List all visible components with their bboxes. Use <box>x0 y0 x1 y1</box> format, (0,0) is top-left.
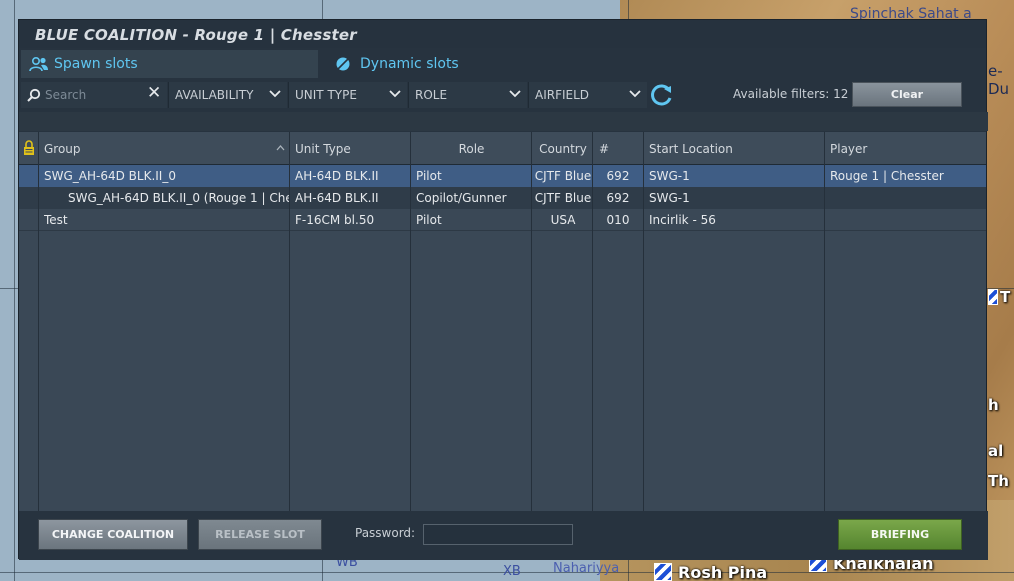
column-header-country[interactable]: Country <box>533 132 593 165</box>
change-coalition-button[interactable]: CHANGE COALITION <box>38 519 188 550</box>
cell-country: CJTF Blue <box>534 169 592 183</box>
column-header-unit-type[interactable]: Unit Type <box>295 132 410 165</box>
cell-start-location: SWG-1 <box>649 191 690 205</box>
cell-role: Pilot <box>416 169 442 183</box>
filter-bar: ✕ AVAILABILITY UNIT TYPE ROLE AIRFIELD A… <box>19 82 988 108</box>
cell-start-location: SWG-1 <box>649 169 690 183</box>
close-icon[interactable]: ✕ <box>147 83 161 103</box>
tab-label: Dynamic slots <box>360 56 459 72</box>
column-divider <box>643 132 644 511</box>
search-box: ✕ <box>21 82 167 108</box>
table-row[interactable]: Test F-16CM bl.50 Pilot USA 010 Incirlik… <box>19 209 986 231</box>
cell-start-location: Incirlik - 56 <box>649 213 716 227</box>
tab-dynamic-slots[interactable]: Dynamic slots <box>331 50 591 78</box>
column-header-group[interactable]: Group <box>44 132 289 165</box>
window-title: BLUE COALITION - Rouge 1 | Chesster <box>35 26 357 44</box>
cell-country: CJTF Blue <box>534 191 592 205</box>
slot-selection-dialog: BLUE COALITION - Rouge 1 | Chesster Spaw… <box>18 19 988 560</box>
leaf-icon <box>335 56 355 72</box>
cell-number: 692 <box>606 169 630 183</box>
map-label: XB <box>503 564 521 579</box>
map-label: e-Du <box>988 62 1010 98</box>
sort-ascending-icon <box>276 145 285 151</box>
table-header: Group Unit Type Role Country # Start Loc… <box>19 132 986 165</box>
column-divider <box>592 132 593 511</box>
search-icon <box>27 87 41 102</box>
users-icon <box>29 56 49 72</box>
dropdown-label: ROLE <box>415 88 448 102</box>
availability-filter-dropdown[interactable]: AVAILABILITY <box>168 82 287 108</box>
cell-unit-type: F-16CM bl.50 <box>295 213 375 227</box>
cell-player <box>830 187 980 209</box>
column-divider <box>289 132 290 511</box>
cell-role: Copilot/Gunner <box>416 191 507 205</box>
map-edge-label: al <box>988 442 1004 460</box>
column-header-role[interactable]: Role <box>411 132 532 165</box>
map-edge-label: T <box>988 288 1010 306</box>
column-divider <box>824 132 825 511</box>
map-label: Nahariyya <box>553 561 620 576</box>
column-divider <box>410 132 411 511</box>
column-divider <box>38 132 39 511</box>
table-row[interactable]: SWG_AH-64D BLK.II_0 (Rouge 1 | Chesste A… <box>19 187 986 209</box>
cell-group: Test <box>44 213 68 227</box>
column-divider <box>531 132 532 511</box>
cell-player <box>830 209 980 231</box>
map-edge-label: h <box>988 396 999 414</box>
airfield-filter-dropdown[interactable]: AIRFIELD <box>528 82 647 108</box>
tab-bar: Spawn slots Dynamic slots <box>19 50 988 80</box>
unit-type-filter-dropdown[interactable]: UNIT TYPE <box>288 82 407 108</box>
cell-unit-type: AH-64D BLK.II <box>295 191 379 205</box>
chevron-down-icon <box>509 90 521 98</box>
release-slot-button[interactable]: RELEASE SLOT <box>198 519 322 550</box>
role-filter-dropdown[interactable]: ROLE <box>408 82 527 108</box>
cell-unit-type: AH-64D BLK.II <box>295 169 379 183</box>
chevron-down-icon <box>269 90 281 98</box>
separator-bar <box>19 112 988 131</box>
available-filters-count: Available filters: 12 <box>733 87 849 101</box>
dropdown-label: AIRFIELD <box>535 88 590 102</box>
slots-table: Group Unit Type Role Country # Start Loc… <box>19 132 986 511</box>
cell-group: SWG_AH-64D BLK.II_0 (Rouge 1 | Chesste <box>68 191 289 205</box>
column-header-player[interactable]: Player <box>830 132 980 165</box>
cell-role: Pilot <box>416 213 442 227</box>
refresh-icon[interactable] <box>649 82 675 108</box>
search-input[interactable] <box>45 85 141 105</box>
tab-label: Spawn slots <box>54 56 138 72</box>
title-bar: BLUE COALITION - Rouge 1 | Chesster <box>19 20 986 48</box>
cell-player: Rouge 1 | Chesster <box>830 169 944 183</box>
chevron-down-icon <box>629 90 641 98</box>
coalition-flag-icon <box>988 289 998 305</box>
cell-number: 010 <box>606 213 630 227</box>
briefing-button[interactable]: BRIEFING <box>838 519 962 550</box>
table-row[interactable]: SWG_AH-64D BLK.II_0 AH-64D BLK.II Pilot … <box>19 165 986 187</box>
coalition-flag-icon <box>654 563 672 581</box>
dropdown-label: AVAILABILITY <box>175 88 254 102</box>
map-city: Rosh Pina <box>654 563 767 581</box>
password-label: Password: <box>355 526 416 540</box>
lock-icon[interactable] <box>23 132 37 165</box>
clear-filters-button[interactable]: Clear <box>852 82 962 107</box>
dropdown-label: UNIT TYPE <box>295 88 357 102</box>
tab-spawn-slots[interactable]: Spawn slots <box>21 50 318 78</box>
chevron-down-icon <box>389 90 401 98</box>
map-edge-label: Th <box>988 472 1009 490</box>
cell-country: USA <box>550 213 576 227</box>
dialog-footer: CHANGE COALITION RELEASE SLOT Password: … <box>19 511 988 560</box>
column-header-number[interactable]: # <box>599 132 639 165</box>
cell-number: 692 <box>606 191 630 205</box>
cell-group: SWG_AH-64D BLK.II_0 <box>44 169 176 183</box>
password-field[interactable] <box>423 524 573 545</box>
column-header-start-location[interactable]: Start Location <box>649 132 819 165</box>
